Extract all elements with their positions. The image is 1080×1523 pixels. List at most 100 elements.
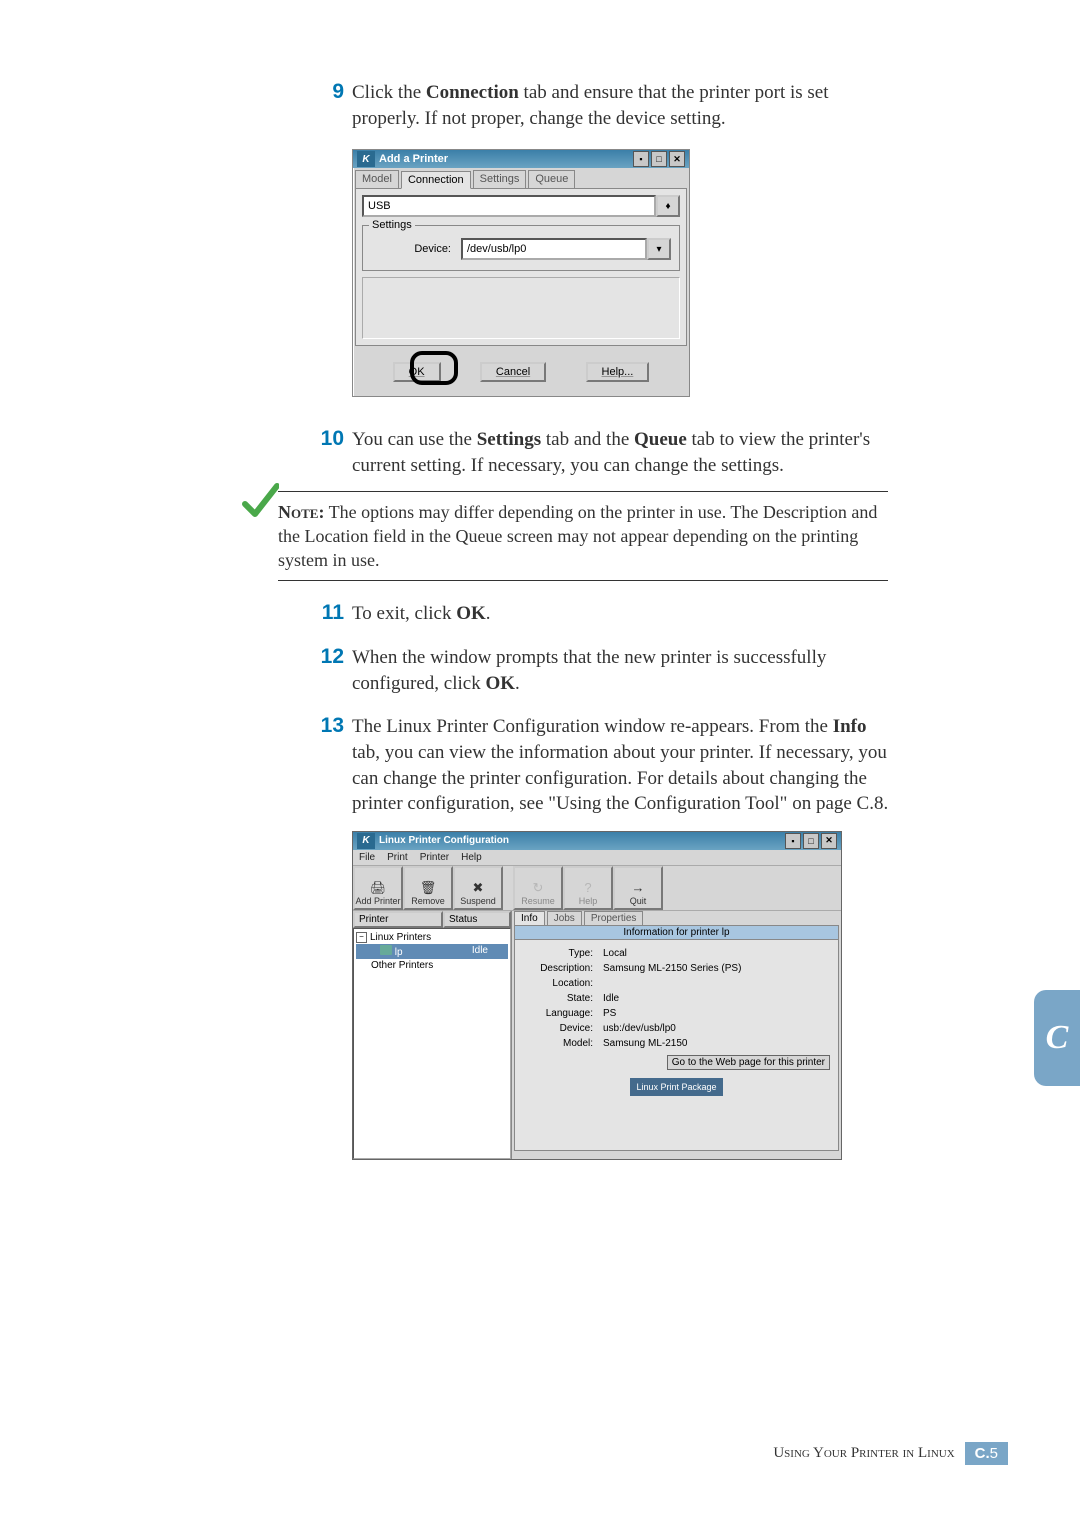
label: Help — [579, 896, 598, 906]
tab-settings[interactable]: Settings — [473, 170, 527, 188]
menu-file[interactable]: File — [359, 852, 375, 863]
t: You can use the — [352, 429, 477, 450]
rule — [278, 491, 888, 492]
bold: OK — [456, 603, 486, 624]
val: Samsung ML-2150 Series (PS) — [603, 963, 830, 974]
tree-node-linux-printers[interactable]: −Linux Printers — [356, 931, 508, 944]
col-status[interactable]: Status — [443, 911, 511, 928]
menu-printer[interactable]: Printer — [420, 852, 449, 863]
device-label: Device: — [371, 243, 451, 255]
row-location: Location: — [523, 976, 830, 991]
printer-tree[interactable]: −Linux Printers lpIdle Other Printers — [353, 928, 511, 1159]
step-9: 9 Click the Connection tab and ensure th… — [310, 80, 890, 131]
t: tab and the — [541, 429, 634, 450]
cancel-button[interactable]: Cancel — [480, 362, 546, 382]
label: Quit — [630, 896, 647, 906]
content-column: 9 Click the Connection tab and ensure th… — [310, 80, 890, 479]
col-printer[interactable]: Printer — [353, 911, 443, 928]
fieldset-legend: Settings — [369, 219, 415, 231]
titlebar: K Linux Printer Configuration ▪ □ ✕ — [353, 832, 841, 850]
help-icon: ? — [584, 881, 591, 894]
content-column: 11 To exit, click OK. 12 When the window… — [310, 601, 890, 1159]
settings-fieldset: Settings Device: /dev/usb/lp0 ▾ — [362, 225, 680, 271]
resume-button[interactable]: ↻Resume — [513, 866, 563, 910]
help-button[interactable]: ? Help — [563, 866, 613, 910]
device-combo[interactable]: /dev/usb/lp0 ▾ — [461, 238, 671, 260]
step-12: 12 When the window prompts that the new … — [310, 645, 890, 696]
trash-icon: 🗑 — [420, 881, 437, 894]
tab-info[interactable]: Info — [514, 911, 545, 925]
menu-print[interactable]: Print — [387, 852, 408, 863]
printer-icon: 🖨 — [370, 881, 387, 894]
lbl: Model: — [523, 1038, 593, 1049]
device-value: /dev/usb/lp0 — [461, 238, 647, 260]
tab-queue[interactable]: Queue — [528, 170, 575, 188]
rule — [278, 580, 888, 581]
lbl: Device: — [523, 1023, 593, 1034]
close-icon[interactable]: ✕ — [669, 151, 685, 167]
note-block: Note: The options may differ depending o… — [278, 491, 888, 582]
maximize-icon[interactable]: □ — [803, 833, 819, 849]
toolbar-gap — [503, 866, 513, 910]
step-number: 13 — [310, 714, 344, 738]
row-model: Model:Samsung ML-2150 — [523, 1036, 830, 1051]
tab-connection[interactable]: Connection — [401, 171, 471, 189]
minimize-icon[interactable]: ▪ — [633, 151, 649, 167]
info-body: Information for printer lp Type:Local De… — [514, 925, 839, 1151]
t: tab, you can view the information about … — [352, 742, 888, 814]
web-page-link[interactable]: Go to the Web page for this printer — [667, 1055, 830, 1070]
step-11: 11 To exit, click OK. — [310, 601, 890, 627]
minimize-icon[interactable]: ▪ — [785, 833, 801, 849]
add-printer-button[interactable]: 🖨Add Printer — [353, 866, 403, 910]
appendix-tab: C — [1034, 990, 1080, 1086]
row-device: Device:usb:/dev/usb/lp0 — [523, 1021, 830, 1036]
menu-bar: File Print Printer Help — [353, 850, 841, 865]
t: To exit, click — [352, 603, 456, 624]
menu-help[interactable]: Help — [461, 852, 482, 863]
maximize-icon[interactable]: □ — [651, 151, 667, 167]
tab-model[interactable]: Model — [355, 170, 399, 188]
linux-printer-config-screenshot: K Linux Printer Configuration ▪ □ ✕ File… — [352, 831, 890, 1160]
step-number: 10 — [310, 427, 344, 451]
row-state: State:Idle — [523, 991, 830, 1006]
step-text: Click the Connection tab and ensure that… — [352, 80, 890, 131]
ok-button[interactable]: OK — [393, 362, 441, 382]
tree-node-other-printers[interactable]: Other Printers — [356, 959, 508, 972]
main-row: Printer Status −Linux Printers lpIdle Ot… — [353, 911, 841, 1159]
suspend-button[interactable]: ✖Suspend — [453, 866, 503, 910]
tree-node-lp[interactable]: lpIdle — [356, 944, 508, 959]
close-icon[interactable]: ✕ — [821, 833, 837, 849]
tab-jobs[interactable]: Jobs — [547, 911, 582, 925]
lbl: Description: — [523, 963, 593, 974]
k-icon: K — [357, 151, 375, 167]
page-number-box: C.5 — [965, 1442, 1008, 1465]
info-tabs: Info Jobs Properties — [512, 911, 841, 925]
note-text: Note: The options may differ depending o… — [278, 498, 888, 575]
step-text: When the window prompts that the new pri… — [352, 645, 890, 696]
combo-value: USB — [362, 195, 656, 217]
dialog-footer: OK Cancel Help... — [353, 348, 689, 396]
resume-icon: ↻ — [533, 881, 544, 894]
weblink-row: Go to the Web page for this printer — [523, 1055, 830, 1070]
connection-type-combo[interactable]: USB ♦ — [362, 195, 680, 217]
step-13: 13 The Linux Printer Configuration windo… — [310, 714, 890, 817]
val: Local — [603, 948, 830, 959]
lbl: Location: — [523, 978, 593, 989]
quit-button[interactable]: → Quit — [613, 866, 663, 910]
t: The Linux Printer Configuration window r… — [352, 716, 833, 737]
bold: Settings — [477, 429, 541, 450]
t: . — [486, 603, 491, 624]
quit-icon: → — [632, 881, 645, 894]
status: Idle — [472, 945, 488, 958]
collapse-icon[interactable]: − — [356, 932, 367, 943]
help-button[interactable]: Help... — [586, 362, 650, 382]
step-10: 10 You can use the Settings tab and the … — [310, 427, 890, 478]
remove-button[interactable]: 🗑Remove — [403, 866, 453, 910]
left-pane: Printer Status −Linux Printers lpIdle Ot… — [353, 911, 512, 1159]
tab-body: USB ♦ Settings Device: /dev/usb/lp0 ▾ — [355, 188, 687, 346]
k-icon: K — [357, 833, 375, 849]
chevron-updown-icon[interactable]: ♦ — [656, 195, 680, 217]
tab-row: Model Connection Settings Queue — [353, 168, 689, 188]
chevron-down-icon[interactable]: ▾ — [647, 238, 671, 260]
tab-properties[interactable]: Properties — [584, 911, 644, 925]
